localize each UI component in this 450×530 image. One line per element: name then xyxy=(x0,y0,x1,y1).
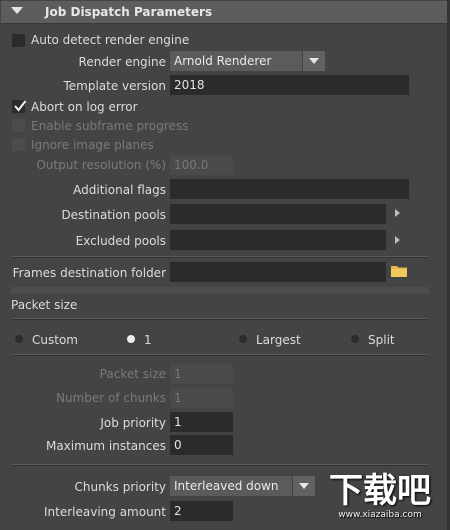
job-priority-field[interactable]: 1 xyxy=(170,412,233,432)
template-version-label: Template version xyxy=(63,79,166,93)
excluded-pools-expand-icon[interactable] xyxy=(395,236,400,244)
destination-pools-field[interactable] xyxy=(170,204,386,224)
divider xyxy=(11,287,429,294)
packet-size-field[interactable]: 1 xyxy=(170,364,233,384)
checkmark-icon xyxy=(14,100,27,112)
radio-largest-label: Largest xyxy=(256,333,301,347)
abort-on-log-error-label: Abort on log error xyxy=(31,100,138,114)
collapse-triangle-icon[interactable] xyxy=(11,7,23,14)
chunks-priority-select[interactable]: Interleaved down xyxy=(170,476,315,496)
template-version-field[interactable]: 2018 xyxy=(170,75,409,95)
destination-pools-label: Destination pools xyxy=(61,208,166,222)
ignore-image-planes-label: Ignore image planes xyxy=(31,138,154,152)
ignore-image-planes-checkbox[interactable] xyxy=(12,138,25,151)
frames-destination-field[interactable] xyxy=(170,262,386,282)
output-resolution-label: Output resolution (%) xyxy=(36,158,166,172)
radio-custom-label: Custom xyxy=(32,333,78,347)
render-engine-select[interactable]: Arnold Renderer xyxy=(170,51,325,71)
abort-on-log-error-checkbox[interactable] xyxy=(12,100,27,113)
section-header[interactable]: Job Dispatch Parameters xyxy=(1,1,447,24)
section-title: Job Dispatch Parameters xyxy=(45,5,213,19)
maximum-instances-field[interactable]: 0 xyxy=(170,435,233,455)
interleaving-amount-field[interactable]: 2 xyxy=(170,501,233,521)
watermark: 下载吧 www.xiazaiba.com xyxy=(316,472,444,524)
packet-size-label: Packet size xyxy=(99,367,166,381)
excluded-pools-label: Excluded pools xyxy=(75,234,166,248)
excluded-pools-field[interactable] xyxy=(170,230,386,250)
output-resolution-field[interactable]: 100.0 xyxy=(170,155,233,175)
destination-pools-expand-icon[interactable] xyxy=(395,209,400,217)
chevron-down-icon[interactable] xyxy=(292,476,315,496)
divider xyxy=(11,464,429,466)
chunks-priority-label: Chunks priority xyxy=(74,480,166,494)
divider xyxy=(11,318,429,320)
render-engine-label: Render engine xyxy=(78,55,166,69)
auto-detect-checkbox[interactable] xyxy=(12,34,25,47)
number-of-chunks-label: Number of chunks xyxy=(55,391,166,405)
additional-flags-label: Additional flags xyxy=(73,183,166,197)
divider xyxy=(11,354,429,356)
auto-detect-label: Auto detect render engine xyxy=(31,33,190,47)
radio-1[interactable] xyxy=(127,335,135,343)
radio-largest[interactable] xyxy=(239,335,247,343)
watermark-url: www.xiazaiba.com xyxy=(338,510,422,520)
number-of-chunks-field[interactable]: 1 xyxy=(170,388,233,408)
chevron-down-icon[interactable] xyxy=(302,51,325,71)
radio-custom[interactable] xyxy=(15,335,23,343)
watermark-logo: 下载吧 xyxy=(329,471,431,511)
enable-subframe-label: Enable subframe progress xyxy=(31,119,189,133)
chunks-priority-value: Interleaved down xyxy=(174,479,279,493)
enable-subframe-checkbox[interactable] xyxy=(12,119,25,132)
packet-size-heading: Packet size xyxy=(11,298,78,312)
render-engine-value: Arnold Renderer xyxy=(174,54,272,68)
radio-split[interactable] xyxy=(351,335,359,343)
frames-destination-label: Frames destination folder xyxy=(12,266,166,280)
additional-flags-field[interactable] xyxy=(170,179,409,199)
job-priority-label: Job priority xyxy=(100,416,166,430)
folder-icon[interactable] xyxy=(391,265,407,277)
radio-1-label: 1 xyxy=(144,333,152,347)
interleaving-amount-label: Interleaving amount xyxy=(43,505,166,519)
divider xyxy=(11,256,429,258)
maximum-instances-label: Maximum instances xyxy=(45,439,166,453)
radio-split-label: Split xyxy=(368,333,395,347)
